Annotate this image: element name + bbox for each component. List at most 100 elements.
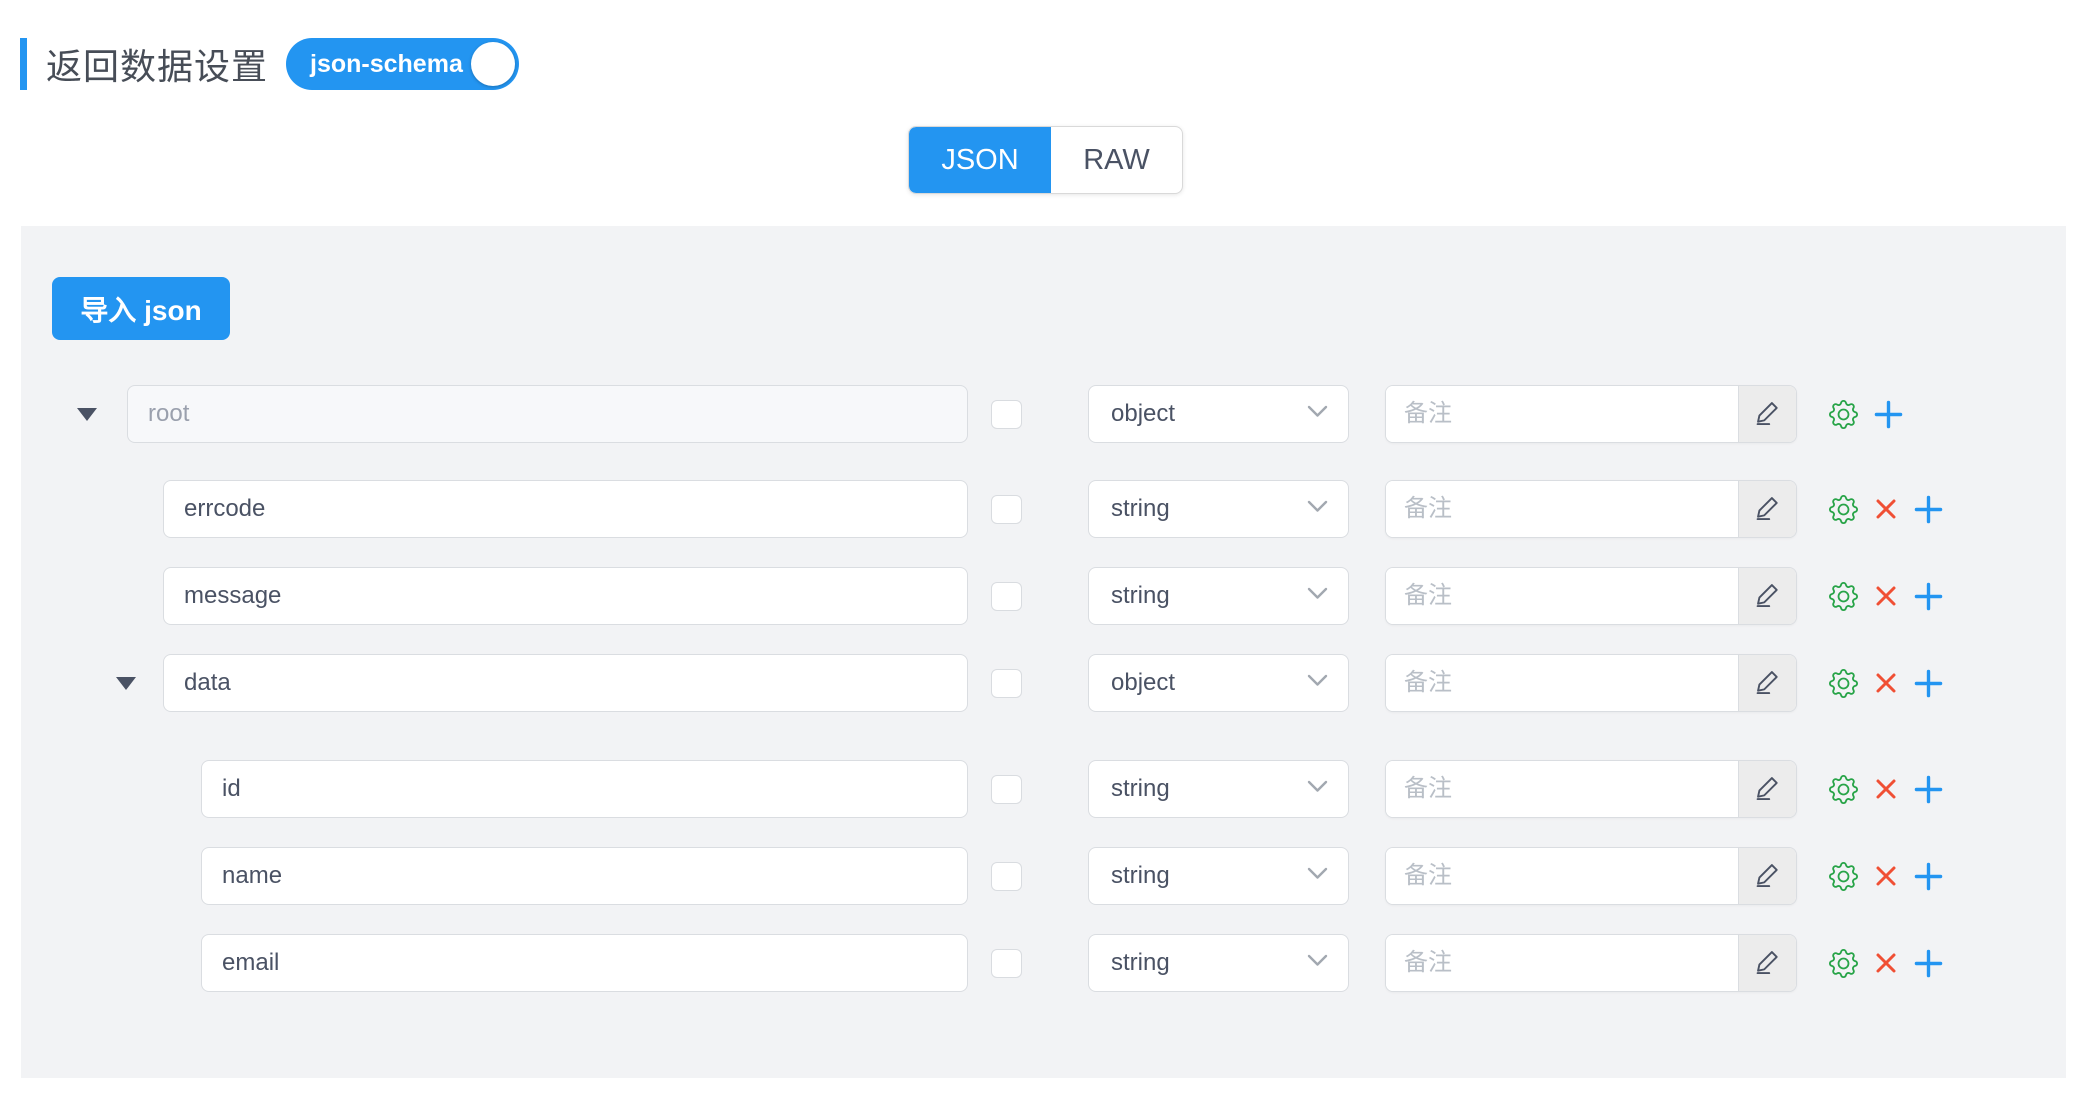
- collapse-arrow-icon[interactable]: [116, 677, 136, 690]
- edit-remark-button[interactable]: [1738, 935, 1796, 991]
- type-select-value: object: [1111, 669, 1307, 697]
- schema-row: string: [21, 760, 2066, 818]
- type-select[interactable]: string: [1088, 934, 1349, 992]
- field-settings-icon[interactable]: [1829, 400, 1858, 429]
- edit-pencil-icon: [1754, 399, 1781, 429]
- header-accent-bar: [20, 38, 27, 90]
- field-name-input[interactable]: [163, 567, 968, 625]
- schema-row: object: [21, 385, 2066, 443]
- field-settings-icon[interactable]: [1829, 949, 1858, 978]
- page-title: 返回数据设置: [46, 38, 268, 90]
- chevron-down-icon: [1307, 954, 1328, 972]
- chevron-down-icon: [1307, 405, 1328, 423]
- field-name-input[interactable]: [201, 934, 968, 992]
- remark-input[interactable]: [1386, 481, 1738, 537]
- tab-json[interactable]: JSON: [909, 127, 1051, 193]
- required-checkbox[interactable]: [991, 400, 1022, 429]
- remark-input[interactable]: [1386, 935, 1738, 991]
- edit-pencil-icon: [1754, 668, 1781, 698]
- edit-pencil-icon: [1754, 581, 1781, 611]
- chevron-down-icon: [1307, 587, 1328, 605]
- field-name-input[interactable]: [201, 847, 968, 905]
- field-settings-icon[interactable]: [1829, 495, 1858, 524]
- delete-field-icon[interactable]: [1874, 671, 1898, 695]
- edit-remark-button[interactable]: [1738, 568, 1796, 624]
- collapse-arrow-icon[interactable]: [77, 408, 97, 421]
- remark-input[interactable]: [1386, 848, 1738, 904]
- schema-row: string: [21, 567, 2066, 625]
- row-actions: [1829, 654, 1943, 712]
- delete-field-icon[interactable]: [1874, 864, 1898, 888]
- schema-editor-panel: 导入 json object: [21, 226, 2066, 1078]
- remark-field-group: [1385, 847, 1797, 905]
- schema-rows: object string: [21, 385, 2066, 992]
- field-settings-icon[interactable]: [1829, 862, 1858, 891]
- type-select-value: string: [1111, 582, 1307, 610]
- type-select-value: string: [1111, 495, 1307, 523]
- field-settings-icon[interactable]: [1829, 669, 1858, 698]
- row-actions: [1829, 385, 1903, 443]
- required-checkbox[interactable]: [991, 949, 1022, 978]
- type-select-value: string: [1111, 949, 1307, 977]
- edit-pencil-icon: [1754, 861, 1781, 891]
- remark-input[interactable]: [1386, 655, 1738, 711]
- edit-remark-button[interactable]: [1738, 481, 1796, 537]
- remark-field-group: [1385, 385, 1797, 443]
- type-select-value: string: [1111, 862, 1307, 890]
- required-checkbox[interactable]: [991, 775, 1022, 804]
- remark-input[interactable]: [1386, 761, 1738, 817]
- schema-row: string: [21, 847, 2066, 905]
- chevron-down-icon: [1307, 867, 1328, 885]
- type-select[interactable]: object: [1088, 385, 1349, 443]
- row-actions: [1829, 847, 1943, 905]
- json-schema-toggle[interactable]: json-schema: [286, 38, 519, 90]
- edit-remark-button[interactable]: [1738, 655, 1796, 711]
- delete-field-icon[interactable]: [1874, 584, 1898, 608]
- edit-pencil-icon: [1754, 948, 1781, 978]
- edit-remark-button[interactable]: [1738, 848, 1796, 904]
- field-name-input[interactable]: [201, 760, 968, 818]
- type-select-value: string: [1111, 775, 1307, 803]
- edit-remark-button[interactable]: [1738, 761, 1796, 817]
- tab-raw[interactable]: RAW: [1051, 127, 1182, 193]
- add-field-icon[interactable]: [1874, 400, 1903, 429]
- add-field-icon[interactable]: [1914, 949, 1943, 978]
- type-select[interactable]: string: [1088, 567, 1349, 625]
- field-settings-icon[interactable]: [1829, 775, 1858, 804]
- remark-field-group: [1385, 760, 1797, 818]
- add-field-icon[interactable]: [1914, 775, 1943, 804]
- edit-pencil-icon: [1754, 494, 1781, 524]
- add-field-icon[interactable]: [1914, 495, 1943, 524]
- delete-field-icon[interactable]: [1874, 951, 1898, 975]
- import-json-button[interactable]: 导入 json: [52, 277, 230, 340]
- type-select[interactable]: string: [1088, 760, 1349, 818]
- add-field-icon[interactable]: [1914, 669, 1943, 698]
- type-select[interactable]: string: [1088, 847, 1349, 905]
- type-select-value: object: [1111, 400, 1307, 428]
- row-actions: [1829, 567, 1943, 625]
- remark-input[interactable]: [1386, 568, 1738, 624]
- add-field-icon[interactable]: [1914, 582, 1943, 611]
- schema-row: string: [21, 934, 2066, 992]
- required-checkbox[interactable]: [991, 582, 1022, 611]
- type-select[interactable]: string: [1088, 480, 1349, 538]
- field-settings-icon[interactable]: [1829, 582, 1858, 611]
- schema-row: string: [21, 480, 2066, 538]
- delete-field-icon[interactable]: [1874, 777, 1898, 801]
- add-field-icon[interactable]: [1914, 862, 1943, 891]
- remark-field-group: [1385, 654, 1797, 712]
- edit-remark-button[interactable]: [1738, 386, 1796, 442]
- type-select[interactable]: object: [1088, 654, 1349, 712]
- field-name-input[interactable]: [163, 480, 968, 538]
- chevron-down-icon: [1307, 674, 1328, 692]
- chevron-down-icon: [1307, 780, 1328, 798]
- remark-input[interactable]: [1386, 386, 1738, 442]
- chevron-down-icon: [1307, 500, 1328, 518]
- required-checkbox[interactable]: [991, 495, 1022, 524]
- json-schema-toggle-label: json-schema: [310, 50, 463, 79]
- field-name-input[interactable]: [163, 654, 968, 712]
- remark-field-group: [1385, 934, 1797, 992]
- required-checkbox[interactable]: [991, 862, 1022, 891]
- delete-field-icon[interactable]: [1874, 497, 1898, 521]
- required-checkbox[interactable]: [991, 669, 1022, 698]
